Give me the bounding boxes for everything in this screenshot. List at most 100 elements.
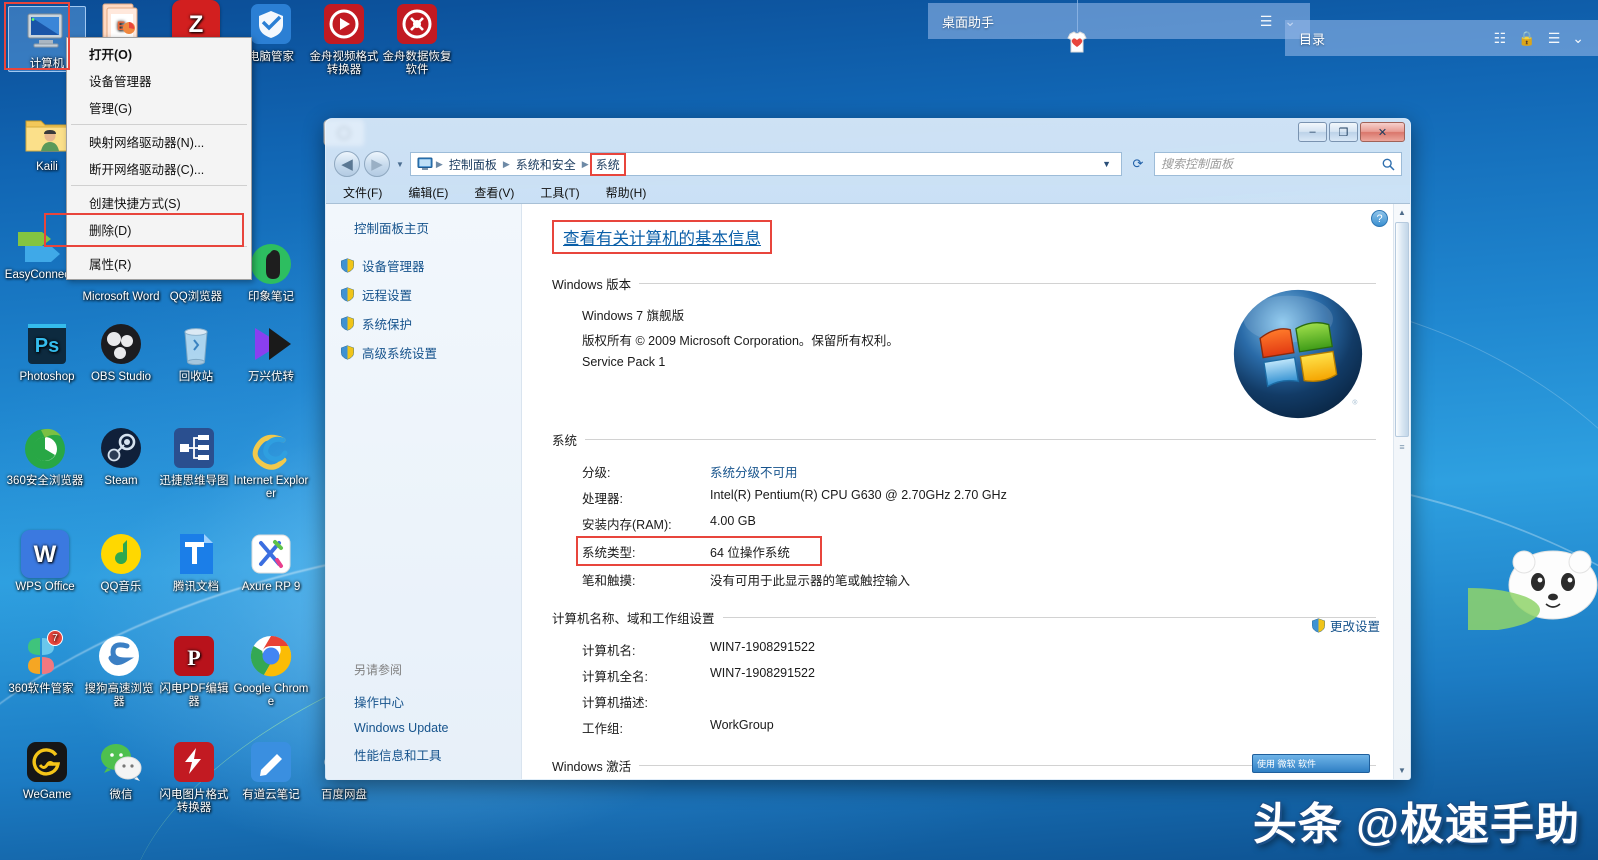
desktop-icon-axure[interactable]: Axure RP 9 xyxy=(232,530,310,594)
menu-disconnect-network-drive[interactable]: 断开网络驱动器(C)... xyxy=(67,155,251,182)
scroll-down-arrow-icon[interactable]: ▼ xyxy=(1394,762,1410,779)
directory-widget[interactable]: 目录 ☷ 🔒 ☰ ⌄ xyxy=(1285,20,1598,56)
list-icon[interactable]: ☷ xyxy=(1494,30,1507,47)
desktop-icon-360-software-manager[interactable]: 7 360软件管家 xyxy=(2,630,80,696)
sidebar-item-advanced-system-settings[interactable]: 高级系统设置 xyxy=(326,338,521,367)
system-value: 4.00 GB xyxy=(710,513,756,528)
panda-sticker-icon xyxy=(1468,550,1598,630)
computer-name-row-2: 计算机描述: xyxy=(582,688,1376,714)
menubar-item-edit[interactable]: 编辑(E) xyxy=(405,183,451,202)
see-also-section[interactable]: 另请参阅 操作中心 Windows Update 性能信息和工具 xyxy=(326,661,521,769)
computer-context-menu[interactable]: 打开(O) 设备管理器 管理(G) 映射网络驱动器(N)... 断开网络驱动器(C)..… xyxy=(66,37,252,280)
content-pane[interactable]: ? 查看有关计算机的基本信息 ® Windows 版本 Windows 7 旗舰… xyxy=(522,204,1410,779)
desktop-assistant-widget[interactable]: 桌面助手 xyxy=(928,3,1080,39)
desktop-assistant-widget-toolbar[interactable]: ☰ ⌄ xyxy=(1080,3,1310,39)
menubar-item-help[interactable]: 帮助(H) xyxy=(603,183,650,202)
see-also-link-action-center[interactable]: 操作中心 xyxy=(354,687,521,716)
menubar-item-tools[interactable]: 工具(T) xyxy=(537,183,582,202)
desktop-icon-label: Microsoft Word xyxy=(82,291,160,303)
menubar-item-file[interactable]: 文件(F) xyxy=(340,183,385,202)
menu-delete[interactable]: 删除(D) xyxy=(67,216,251,243)
desktop-icon-tencent-docs[interactable]: 腾讯文档 xyxy=(157,530,235,594)
desktop-icon-wps-office[interactable]: W WPS Office xyxy=(6,530,84,594)
chevron-down-icon[interactable]: ⌄ xyxy=(1572,30,1584,47)
recent-pages-chevron-down-icon[interactable]: ▼ xyxy=(394,160,406,169)
sidebar-items[interactable]: 设备管理器 远程设置 系统保护 高级系统设置 xyxy=(326,251,521,367)
close-button[interactable]: ✕ xyxy=(1360,122,1405,142)
window-titlebar[interactable]: – ❐ ✕ xyxy=(326,119,1410,147)
desktop-icon-wondershare[interactable]: 万兴优转 xyxy=(232,320,310,384)
desktop[interactable]: 计算机 Kaili EasyConnect Ps Photoshop 360安全浏览器 W W… xyxy=(0,0,1598,860)
menu-create-shortcut[interactable]: 创建快捷方式(S) xyxy=(67,189,251,216)
back-arrow-icon[interactable]: ◀ xyxy=(334,151,360,177)
desktop-icon-photoshop[interactable]: Ps Photoshop xyxy=(8,320,86,384)
desktop-icon-image-converter[interactable]: 闪电图片格式转换器 xyxy=(155,738,233,815)
desktop-icon-youdao-note[interactable]: 有道云笔记 xyxy=(232,738,310,802)
evernote-icon xyxy=(247,240,295,288)
desktop-icon-video-converter[interactable]: 金舟视频格式转换器 xyxy=(305,0,383,77)
maximize-button[interactable]: ❐ xyxy=(1329,122,1358,142)
sidebar[interactable]: 控制面板主页 设备管理器 远程设置 系统保护 高级系统设置 另请参阅 操作中心 Wind… xyxy=(326,204,522,779)
window-body[interactable]: 控制面板主页 设备管理器 远程设置 系统保护 高级系统设置 另请参阅 操作中心 Wind… xyxy=(326,203,1410,779)
breadcrumb-chevron-down-icon[interactable]: ▼ xyxy=(1096,159,1117,169)
system-properties-window[interactable]: – ❐ ✕ ◀ ▶ ▼ ▶ 控制面板 ▶ 系统和安全 ▶ 系统 ▼ ⟳ 搜索控制… xyxy=(325,118,1411,780)
search-icon[interactable] xyxy=(1382,158,1395,171)
sidebar-item-device-manager[interactable]: 设备管理器 xyxy=(326,251,521,280)
breadcrumb-item-system[interactable]: 系统 xyxy=(589,152,626,176)
window-controls[interactable]: – ❐ ✕ xyxy=(1298,122,1405,142)
shield-icon xyxy=(1312,618,1325,633)
hamburger-icon[interactable]: ☰ xyxy=(1260,13,1273,30)
sogou-browser-icon xyxy=(95,632,143,680)
desktop-icon-360-browser[interactable]: 360安全浏览器 xyxy=(6,424,84,488)
see-also-link-windows-update[interactable]: Windows Update xyxy=(354,716,521,740)
shirt-heart-icon[interactable] xyxy=(1064,30,1090,56)
menu-device-manager[interactable]: 设备管理器 xyxy=(67,67,251,94)
hamburger-icon[interactable]: ☰ xyxy=(1548,30,1561,47)
window-menubar[interactable]: 文件(F) 编辑(E) 查看(V) 工具(T) 帮助(H) xyxy=(326,181,1410,203)
desktop-icon-steam[interactable]: Steam xyxy=(82,424,160,488)
desktop-icon-recycle-bin[interactable]: 回收站 xyxy=(157,320,235,384)
change-settings-link[interactable]: 更改设置 xyxy=(1311,616,1380,635)
search-input[interactable] xyxy=(1161,157,1382,171)
breadcrumb-item-system-and-security[interactable]: 系统和安全 xyxy=(511,154,581,175)
desktop-icon-wegame[interactable]: WeGame xyxy=(8,738,86,802)
internet-explorer-icon xyxy=(247,424,295,472)
menu-manage[interactable]: 管理(G) xyxy=(67,94,251,121)
sidebar-item-remote-settings[interactable]: 远程设置 xyxy=(326,280,521,309)
system-header: 系统 xyxy=(552,430,1376,449)
scrollbar-thumb[interactable] xyxy=(1395,222,1409,437)
search-input-container[interactable] xyxy=(1154,152,1402,176)
breadcrumb-item-control-panel[interactable]: 控制面板 xyxy=(444,154,502,175)
menubar-item-view[interactable]: 查看(V) xyxy=(471,183,517,202)
sidebar-item-system-protection[interactable]: 系统保护 xyxy=(326,309,521,338)
minimize-button[interactable]: – xyxy=(1298,122,1327,142)
desktop-icon-chrome[interactable]: Google Chrome xyxy=(232,632,310,709)
content-scrollbar[interactable]: ▲ ≡ ▼ xyxy=(1393,204,1410,779)
menu-map-network-drive[interactable]: 映射网络驱动器(N)... xyxy=(67,128,251,155)
system-row-4: 笔和触摸: 没有可用于此显示器的笔或触控输入 xyxy=(582,566,1376,592)
computer-name-header-label: 计算机名称、域和工作组设置 xyxy=(552,612,715,626)
window-navigation-bar[interactable]: ◀ ▶ ▼ ▶ 控制面板 ▶ 系统和安全 ▶ 系统 ▼ ⟳ xyxy=(326,147,1410,181)
see-also-link-performance-info-and-tools[interactable]: 性能信息和工具 xyxy=(354,740,521,769)
system-value[interactable]: 系统分级不可用 xyxy=(710,462,798,481)
see-also-links[interactable]: 操作中心 Windows Update 性能信息和工具 xyxy=(354,687,521,769)
menu-open[interactable]: 打开(O) xyxy=(67,40,251,67)
system-key: 安装内存(RAM): xyxy=(582,517,672,532)
desktop-icon-internet-explorer[interactable]: Internet Explorer xyxy=(232,424,310,501)
desktop-icon-obs-studio[interactable]: OBS Studio xyxy=(82,320,160,384)
desktop-icon-mindmap[interactable]: 迅捷思维导图 xyxy=(155,424,233,488)
menu-properties[interactable]: 属性(R) xyxy=(67,250,251,277)
forward-arrow-icon[interactable]: ▶ xyxy=(364,151,390,177)
menu-separator xyxy=(71,124,247,125)
lock-icon[interactable]: 🔒 xyxy=(1518,30,1535,47)
desktop-icon-wechat[interactable]: 微信 xyxy=(82,738,160,802)
desktop-icon-qq-music[interactable]: QQ音乐 xyxy=(82,530,160,594)
desktop-icon-sogou-browser[interactable]: 搜狗高速浏览器 xyxy=(80,632,158,709)
sidebar-item-control-panel-home[interactable]: 控制面板主页 xyxy=(326,218,521,251)
refresh-icon[interactable]: ⟳ xyxy=(1126,152,1150,176)
breadcrumb[interactable]: ▶ 控制面板 ▶ 系统和安全 ▶ 系统 ▼ xyxy=(409,152,1122,176)
scroll-up-arrow-icon[interactable]: ▲ xyxy=(1394,204,1410,221)
desktop-icon-data-recovery[interactable]: 金舟数据恢复软件 xyxy=(378,0,456,77)
data-recovery-icon xyxy=(393,0,441,48)
desktop-icon-pdf-editor[interactable]: P 闪电PDF编辑器 xyxy=(155,632,233,709)
